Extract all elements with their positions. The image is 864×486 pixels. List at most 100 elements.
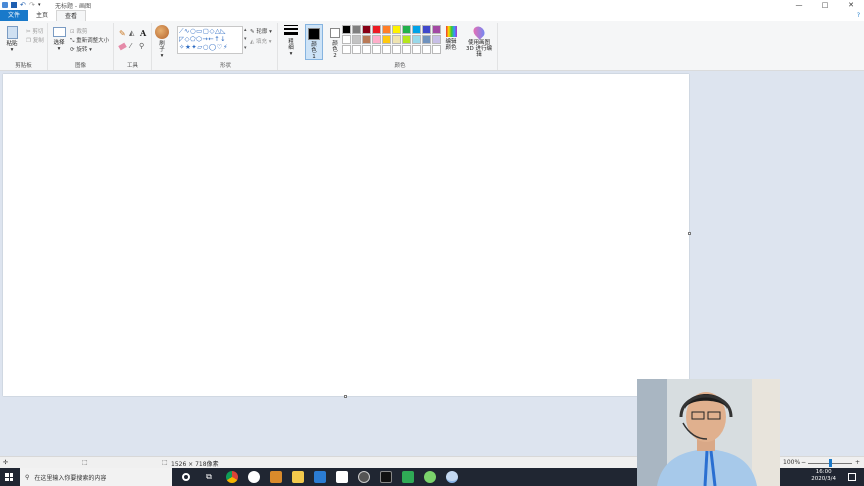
palette-swatch[interactable] <box>432 25 441 34</box>
group-tools: ✎ ◭ A ⁄ ⚲ 工具 <box>114 23 152 70</box>
palette-swatch[interactable] <box>342 45 351 54</box>
app-icon-7[interactable] <box>424 471 436 483</box>
system-clock[interactable]: 16:00 2020/3/4 <box>811 469 836 483</box>
maximize-button[interactable]: □ <box>812 0 838 10</box>
quick-access-toolbar: ↶ ↷ ▾ <box>0 2 44 9</box>
palette-swatch[interactable] <box>402 25 411 34</box>
paint3d-button[interactable]: 使用画图 3D 进行编辑 <box>464 24 494 58</box>
size-button[interactable]: 粗细 ▾ <box>283 25 299 57</box>
pencil-icon[interactable]: ✎ <box>119 29 126 38</box>
palette-swatch[interactable] <box>432 45 441 54</box>
app-icon-3[interactable] <box>314 471 326 483</box>
app-icon-6[interactable] <box>402 471 414 483</box>
edit-colors-button[interactable]: 编辑颜色 <box>443 26 459 51</box>
palette-swatch[interactable] <box>392 45 401 54</box>
undo-icon[interactable]: ↶ <box>20 2 26 9</box>
resize-handle-right[interactable] <box>688 232 691 235</box>
crop-icon: ⊡ <box>70 29 75 35</box>
tab-file[interactable]: 文件 <box>0 10 29 21</box>
tab-home[interactable]: 主页 <box>28 10 56 21</box>
chevron-down-icon: ▾ <box>160 53 164 59</box>
rotate-button[interactable]: ⟳ 旋转 ▾ <box>70 45 92 53</box>
palette-swatch[interactable] <box>382 25 391 34</box>
fill-button[interactable]: ◭ 填充 ▾ <box>250 37 272 45</box>
save-icon[interactable] <box>11 2 17 8</box>
help-icon[interactable]: ? <box>857 12 860 19</box>
zoom-slider-thumb[interactable] <box>829 459 832 467</box>
palette-swatch[interactable] <box>342 35 351 44</box>
eraser-icon[interactable] <box>118 42 127 51</box>
palette-swatch[interactable] <box>422 25 431 34</box>
palette-swatch[interactable] <box>352 45 361 54</box>
chrome-icon[interactable] <box>226 471 238 483</box>
palette-swatch[interactable] <box>422 45 431 54</box>
copy-button[interactable]: ❐ 复制 <box>26 36 44 44</box>
zoom-in-button[interactable]: + <box>855 459 860 466</box>
app-icon-5[interactable] <box>358 471 370 483</box>
shapes-scroll[interactable]: ▴ ▾ ▾ <box>244 26 247 53</box>
palette-swatch[interactable] <box>362 45 371 54</box>
search-icon: ⚲ <box>25 473 30 481</box>
select-rectangle-icon <box>52 27 66 37</box>
outline-button[interactable]: ✎ 轮廓 ▾ <box>250 27 272 35</box>
palette-swatch[interactable] <box>422 35 431 44</box>
color1-button[interactable]: 颜色 1 <box>305 24 323 60</box>
palette-swatch[interactable] <box>352 35 361 44</box>
fill-bucket-icon[interactable]: ◭ <box>129 29 134 37</box>
app-icon-4[interactable] <box>336 471 348 483</box>
task-view-icon[interactable]: ⧉ <box>203 471 215 483</box>
canvas-size-icon: ⬚ <box>162 459 168 466</box>
palette-swatch[interactable] <box>432 35 441 44</box>
minimize-button[interactable]: — <box>786 0 812 10</box>
customize-toolbar-icon[interactable]: ▾ <box>38 2 44 8</box>
palette-swatch[interactable] <box>412 25 421 34</box>
brushes-button[interactable]: 刷子 ▾ <box>153 25 171 59</box>
rotate-icon: ⟳ <box>70 47 75 53</box>
select-button[interactable]: 选择 ▾ <box>51 27 67 52</box>
palette-swatch[interactable] <box>412 45 421 54</box>
zoom-out-button[interactable]: − <box>801 459 806 466</box>
magnifier-icon[interactable]: ⚲ <box>139 42 144 50</box>
redo-icon[interactable]: ↷ <box>29 2 35 9</box>
chevron-down-icon: ▾ <box>268 39 272 45</box>
palette-swatch[interactable] <box>392 25 401 34</box>
palette-swatch[interactable] <box>362 35 371 44</box>
chevron-down-icon: ▾ <box>269 29 272 35</box>
palette-swatch[interactable] <box>372 45 381 54</box>
app-icon-1[interactable] <box>248 471 260 483</box>
text-tool-icon[interactable]: A <box>140 28 146 38</box>
palette-swatch[interactable] <box>412 35 421 44</box>
cortana-icon[interactable] <box>182 473 190 481</box>
app-icon-2[interactable] <box>270 471 282 483</box>
palette-swatch[interactable] <box>382 35 391 44</box>
ribbon-tabs: 文件 主页 查看 ? <box>0 10 864 21</box>
shape-row-1: ⟋∿○▭▢◇△◺ <box>179 27 226 35</box>
file-explorer-icon[interactable] <box>292 471 304 483</box>
palette-swatch[interactable] <box>342 25 351 34</box>
palette-swatch[interactable] <box>362 25 371 34</box>
resize-handle-bottom[interactable] <box>344 395 347 398</box>
palette-swatch[interactable] <box>382 45 391 54</box>
resize-button[interactable]: ⤡ 重新调整大小 <box>70 36 109 45</box>
windows-start-icon[interactable] <box>5 473 13 481</box>
shapes-gallery[interactable]: ⟋∿○▭▢◇△◺ ◸◇⬠⬡→←↑↓ ✧★✦▱○◯♡⚡ <box>177 26 243 54</box>
tab-view[interactable]: 查看 <box>56 10 87 21</box>
selection-size-icon: ⬚ <box>82 459 88 466</box>
palette-swatch[interactable] <box>392 35 401 44</box>
palette-swatch[interactable] <box>402 35 411 44</box>
crop-button[interactable]: ⊡ 裁剪 <box>70 27 87 35</box>
palette-swatch[interactable] <box>402 45 411 54</box>
terminal-icon[interactable] <box>380 471 392 483</box>
palette-swatch[interactable] <box>372 35 381 44</box>
webcam-feed-image <box>637 379 780 486</box>
notification-icon[interactable] <box>848 473 856 481</box>
close-button[interactable]: ✕ <box>838 0 864 10</box>
paste-button[interactable]: 粘贴 ▾ <box>4 26 20 53</box>
cut-button[interactable]: ✂ 剪切 <box>26 27 43 35</box>
taskbar-search[interactable]: ⚲ 在这里输入你要搜索的内容 <box>20 468 172 486</box>
palette-swatch[interactable] <box>352 25 361 34</box>
color-picker-icon[interactable]: ⁄ <box>130 42 131 50</box>
drawing-canvas[interactable] <box>3 74 689 396</box>
palette-swatch[interactable] <box>372 25 381 34</box>
paint-taskbar-icon[interactable] <box>446 471 458 483</box>
